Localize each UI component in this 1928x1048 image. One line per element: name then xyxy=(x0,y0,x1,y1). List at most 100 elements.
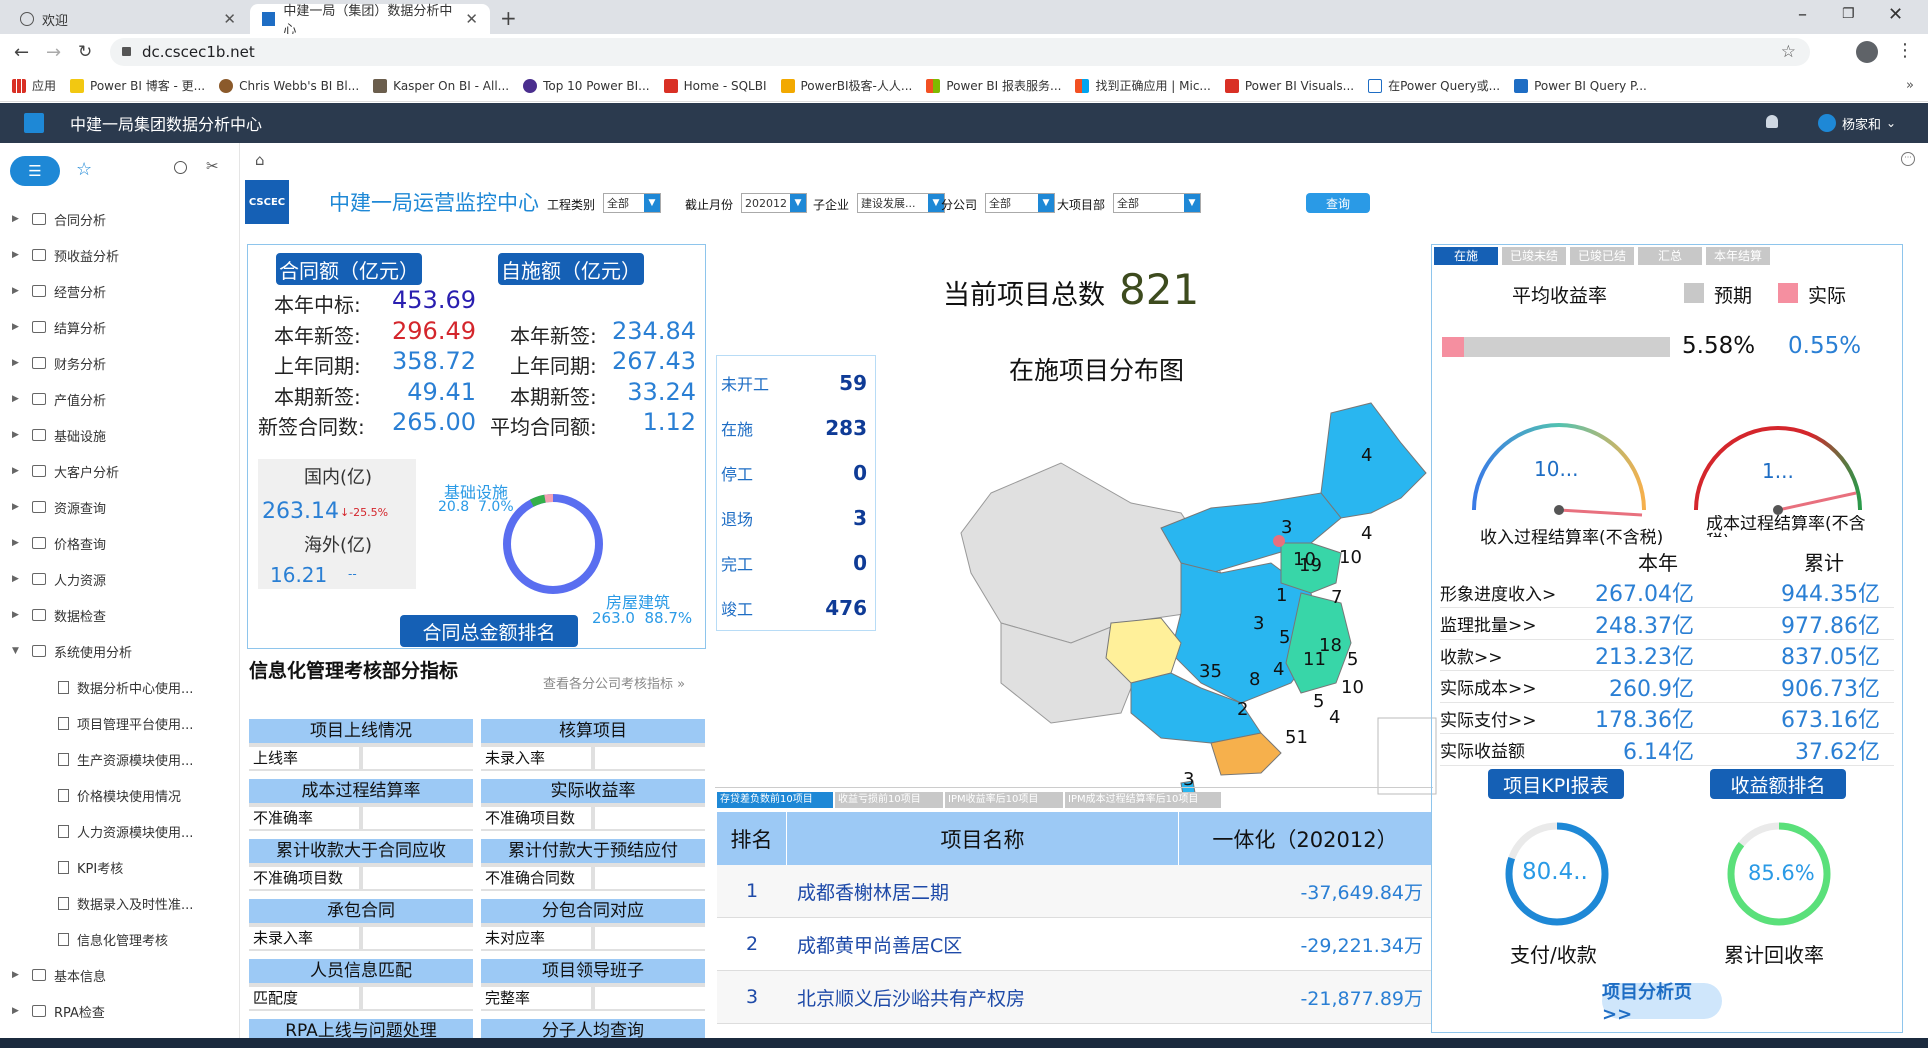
sidebar-subitem[interactable]: 生产资源模块使用... xyxy=(0,741,239,777)
table-tab[interactable]: IPM收益率后10项目 xyxy=(945,792,1063,808)
close-tab-icon[interactable]: ✕ xyxy=(223,10,236,28)
mgmt-cell[interactable]: 实际收益率 不准确项目数 xyxy=(481,779,705,831)
bookmark-item[interactable]: PowerBI极客-人人... xyxy=(780,77,912,94)
table-tab[interactable]: 收益亏损前10项目 xyxy=(835,792,943,808)
filter-select[interactable]: 全部 ▼ xyxy=(1113,193,1201,213)
sidebar-subitem[interactable]: 数据录入及时性准... xyxy=(0,885,239,921)
sidebar-item[interactable]: ▶ RPA检查 xyxy=(0,993,239,1029)
project-analysis-button[interactable]: 项目分析页>> xyxy=(1602,982,1722,1025)
bookmark-star-icon[interactable]: ☆ xyxy=(1781,42,1796,62)
bookmark-item[interactable]: Power BI Query P... xyxy=(1514,78,1647,93)
back-icon[interactable]: ← xyxy=(14,42,29,63)
right-tab[interactable]: 在施 xyxy=(1434,247,1498,265)
star-icon[interactable]: ☆ xyxy=(76,159,92,180)
sidebar-item[interactable]: ▶ 经营分析 xyxy=(0,273,239,309)
filter-select[interactable]: 202012 ▼ xyxy=(741,193,807,213)
bookmark-item[interactable]: Home - SQLBI xyxy=(663,78,767,93)
user-name[interactable]: 杨家和 xyxy=(1842,114,1881,133)
finance-row[interactable]: 实际成本>> 260.9亿 906.73亿 xyxy=(1440,672,1894,703)
menu-kebab-icon[interactable]: ⋮ xyxy=(1896,40,1914,61)
finance-row[interactable]: 形象进度收入> 267.04亿 944.35亿 xyxy=(1440,577,1894,608)
menu-list-toggle[interactable]: ☰ xyxy=(10,156,60,186)
sidebar-item[interactable]: ▶ 大客户分析 xyxy=(0,453,239,489)
bookmark-item[interactable]: Chris Webb's BI Bl... xyxy=(219,78,359,93)
bookmark-item[interactable]: Power BI Visuals... xyxy=(1224,78,1354,93)
right-tab[interactable]: 汇总 xyxy=(1638,247,1702,265)
sidebar-item[interactable]: ▶ 产值分析 xyxy=(0,381,239,417)
profile-icon[interactable] xyxy=(1856,41,1878,63)
finance-row[interactable]: 实际支付>> 178.36亿 673.16亿 xyxy=(1440,703,1894,734)
finance-row[interactable]: 监理批量>> 248.37亿 977.86亿 xyxy=(1440,609,1894,640)
mgmt-cell[interactable]: 核算项目 未录入率 xyxy=(481,719,705,771)
status-row[interactable]: 竣工 476 xyxy=(717,585,873,630)
reload-icon[interactable]: ↻ xyxy=(78,42,92,62)
bookmark-item[interactable]: Power BI 报表服务... xyxy=(926,77,1061,94)
sidebar-subitem[interactable]: KPI考核 xyxy=(0,849,239,885)
mgmt-cell[interactable]: 人员信息匹配 匹配度 xyxy=(249,959,473,1011)
sidebar-item[interactable]: ▶ 人力资源 xyxy=(0,561,239,597)
close-window-button[interactable]: ✕ xyxy=(1888,4,1903,25)
mgmt-cell[interactable]: 项目领导班子 完整率 xyxy=(481,959,705,1011)
query-button[interactable]: 查询 xyxy=(1306,193,1370,213)
row-project-name[interactable]: 成都香榭林居二期 xyxy=(787,878,1179,905)
mgmt-cell[interactable]: 项目上线情况 上线率 xyxy=(249,719,473,771)
finance-row[interactable]: 收款>> 213.23亿 837.05亿 xyxy=(1440,640,1894,671)
search-icon[interactable] xyxy=(174,161,187,174)
finance-row[interactable]: 实际收益额 6.14亿 37.62亿 xyxy=(1440,735,1894,766)
bookmark-item[interactable]: Power BI 博客 - 更... xyxy=(70,77,205,94)
more-options-icon[interactable]: ··· xyxy=(1901,152,1915,166)
sidebar-subitem[interactable]: 数据分析中心使用... xyxy=(0,669,239,705)
status-row[interactable]: 在施 283 xyxy=(717,405,873,450)
table-row[interactable]: 1 成都香榭林居二期 -37,649.84万 xyxy=(717,865,1431,918)
sidebar-item[interactable]: ▼ 系统使用分析 xyxy=(0,633,239,669)
right-tab[interactable]: 已竣已结 xyxy=(1570,247,1634,265)
table-tab[interactable]: 存贷差负数前10项目 xyxy=(717,792,833,808)
sidebar-item[interactable]: ▶ 价格查询 xyxy=(0,525,239,561)
bookmark-item[interactable]: 找到正确应用 | Mic... xyxy=(1075,77,1211,94)
mgmt-cell[interactable]: 分子人均查询 xyxy=(481,1019,705,1039)
filter-select[interactable]: 建设发展... ▼ xyxy=(857,193,945,213)
sidebar-item[interactable]: ▶ 基本信息 xyxy=(0,957,239,993)
more-bookmarks-icon[interactable]: » xyxy=(1906,78,1914,93)
status-row[interactable]: 完工 0 xyxy=(717,540,873,585)
filter-select[interactable]: 全部 ▼ xyxy=(603,193,661,213)
right-tab[interactable]: 已竣未结 xyxy=(1502,247,1566,265)
mgmt-cell[interactable]: 累计付款大于预结应付 不准确合同数 xyxy=(481,839,705,891)
mgmt-cell[interactable]: RPA上线与问题处理 xyxy=(249,1019,473,1039)
forward-icon[interactable]: → xyxy=(46,42,61,63)
mgmt-cell[interactable]: 累计收款大于合同应收 不准确项目数 xyxy=(249,839,473,891)
sidebar-subitem[interactable]: 项目管理平台使用... xyxy=(0,705,239,741)
pin-icon[interactable]: ✂ xyxy=(206,157,219,175)
contract-amount-button[interactable]: 合同额（亿元） xyxy=(276,253,422,285)
new-tab-button[interactable]: + xyxy=(500,6,517,30)
bookmark-item[interactable]: Top 10 Power BI... xyxy=(523,78,650,93)
chevron-down-icon[interactable]: ⌄ xyxy=(1886,116,1896,130)
filter-select[interactable]: 全部 ▼ xyxy=(985,193,1055,213)
tab-analysis-center[interactable]: 中建一局（集团）数据分析中心 ✕ xyxy=(250,4,490,38)
sidebar-subitem[interactable]: 人力资源模块使用... xyxy=(0,813,239,849)
home-icon[interactable]: ⌂ xyxy=(255,151,265,169)
self-amount-button[interactable]: 自施额（亿元） xyxy=(498,253,644,285)
bookmark-item[interactable]: Kasper On BI - All... xyxy=(373,78,509,93)
sidebar-item[interactable]: ▶ 资源查询 xyxy=(0,489,239,525)
table-row[interactable]: 2 成都黄甲尚善居C区 -29,221.34万 xyxy=(717,918,1431,971)
minimize-button[interactable]: – xyxy=(1798,4,1807,25)
table-row[interactable]: 3 北京顺义后沙峪共有产权房 -21,877.89万 xyxy=(717,971,1431,1024)
sidebar-item[interactable]: ▶ 结算分析 xyxy=(0,309,239,345)
right-tab[interactable]: 本年结算 xyxy=(1706,247,1770,265)
sidebar-subitem[interactable]: 价格模块使用情况 xyxy=(0,777,239,813)
sidebar-subitem[interactable]: 信息化管理考核 xyxy=(0,921,239,957)
row-project-name[interactable]: 成都黄甲尚善居C区 xyxy=(787,931,1179,958)
mgmt-cell[interactable]: 承包合同 未录入率 xyxy=(249,899,473,951)
sidebar-item[interactable]: ▶ 合同分析 xyxy=(0,201,239,237)
status-row[interactable]: 退场 3 xyxy=(717,495,873,540)
tab-welcome[interactable]: 欢迎 ✕ xyxy=(8,4,248,34)
sidebar-item[interactable]: ▶ 基础设施 xyxy=(0,417,239,453)
url-input[interactable]: dc.cscec1b.net ☆ xyxy=(110,38,1810,66)
table-tab[interactable]: IPM成本过程结算率后10项目 xyxy=(1065,792,1221,808)
kpi-report-button[interactable]: 项目KPI报表 xyxy=(1488,769,1624,799)
sidebar-item[interactable]: ▶ 数据检查 xyxy=(0,597,239,633)
close-tab-icon[interactable]: ✕ xyxy=(465,10,478,28)
mgmt-cell[interactable]: 成本过程结算率 不准确率 xyxy=(249,779,473,831)
sidebar-item[interactable]: ▶ 预收益分析 xyxy=(0,237,239,273)
